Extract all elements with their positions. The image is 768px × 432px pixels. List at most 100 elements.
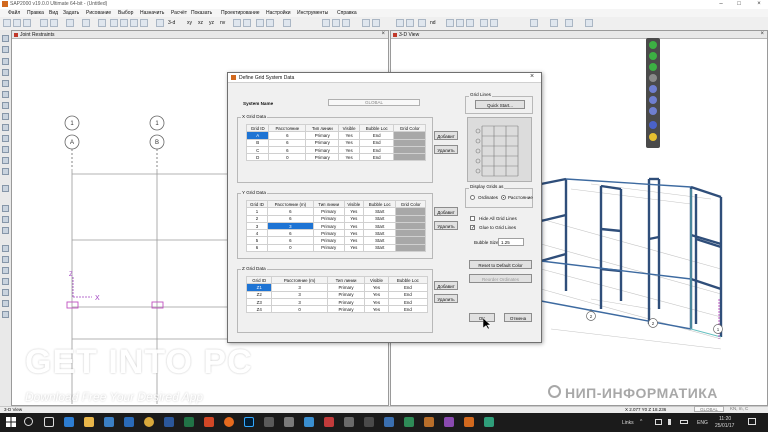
menu-file[interactable]: Файл bbox=[8, 10, 20, 16]
spacing-cell[interactable]: 3 bbox=[271, 290, 328, 299]
table-row[interactable]: Z3 3 Primary Yes End bbox=[245, 297, 429, 307]
show-deformed-icon[interactable] bbox=[530, 19, 538, 27]
bubble-loc-cell[interactable]: End bbox=[387, 283, 429, 292]
grid-icon[interactable] bbox=[396, 19, 404, 27]
pan-icon[interactable] bbox=[140, 19, 148, 27]
menu-analyze[interactable]: Расчёт bbox=[171, 10, 187, 16]
view-3d-button[interactable]: 3-d bbox=[168, 20, 175, 26]
design-icon[interactable] bbox=[585, 19, 593, 27]
tray-network-icon[interactable] bbox=[655, 419, 662, 425]
ok-button[interactable]: OK bbox=[469, 313, 495, 322]
spacing-cell[interactable]: 0 bbox=[271, 305, 328, 314]
grid-color-cell[interactable] bbox=[395, 214, 426, 223]
snap-ends-icon[interactable] bbox=[2, 256, 9, 263]
word-icon[interactable] bbox=[164, 417, 174, 427]
spacing-cell[interactable]: 0 bbox=[266, 243, 314, 253]
bubble-loc-cell[interactable]: End bbox=[387, 297, 429, 307]
palette-blue-icon-1[interactable] bbox=[649, 85, 657, 93]
select-all-icon[interactable] bbox=[2, 205, 9, 212]
table-row[interactable]: Z2 3 Primary Yes End bbox=[245, 290, 429, 299]
spacing-cell[interactable]: 6 bbox=[266, 214, 314, 223]
line-type-cell[interactable]: Primary bbox=[326, 297, 366, 307]
line-type-cell[interactable]: Primary bbox=[312, 229, 345, 238]
palette-yellow-icon[interactable] bbox=[649, 133, 657, 141]
menu-design[interactable]: Проектирование bbox=[221, 10, 260, 16]
down-arrow-icon[interactable] bbox=[243, 19, 251, 27]
grid-color-cell[interactable] bbox=[393, 153, 426, 162]
mail-icon[interactable] bbox=[124, 417, 134, 427]
spacing-cell[interactable]: 6 bbox=[268, 145, 307, 155]
line-type-cell[interactable]: Primary bbox=[312, 214, 345, 223]
spacing-cell[interactable]: 6 bbox=[266, 229, 314, 238]
grid-color-cell[interactable] bbox=[393, 145, 426, 155]
line-type-cell[interactable]: Primary bbox=[312, 236, 345, 245]
visible-cell[interactable]: Yes bbox=[364, 290, 389, 299]
excel-icon[interactable] bbox=[184, 417, 194, 427]
grid-id-cell[interactable]: 2 bbox=[246, 214, 268, 223]
firefox-icon[interactable] bbox=[224, 417, 234, 427]
snap-perpendicular-icon[interactable] bbox=[2, 278, 9, 285]
clear-selection-icon[interactable] bbox=[2, 227, 9, 234]
menu-view[interactable]: Вид bbox=[49, 10, 58, 16]
menu-options[interactable]: Настройки bbox=[266, 10, 291, 16]
show-forces-icon[interactable] bbox=[550, 19, 558, 27]
quick-start-button[interactable]: Quick Start... bbox=[475, 100, 525, 109]
x-add-button[interactable]: Добавит bbox=[434, 131, 458, 140]
assign-area-icon[interactable] bbox=[466, 19, 474, 27]
save-icon[interactable] bbox=[23, 19, 31, 27]
line-type-cell[interactable]: Primary bbox=[305, 131, 340, 140]
palette-green-icon-1[interactable] bbox=[649, 41, 657, 49]
draw-frame-tool-icon[interactable] bbox=[2, 69, 9, 76]
display-options-icon[interactable] bbox=[283, 19, 291, 27]
grid-id-cell[interactable]: B bbox=[245, 138, 270, 147]
undo-icon[interactable] bbox=[40, 19, 48, 27]
section-cut-icon[interactable] bbox=[490, 19, 498, 27]
powerpoint-icon[interactable] bbox=[204, 417, 214, 427]
visible-cell[interactable]: Yes bbox=[343, 243, 365, 253]
grid-color-cell[interactable] bbox=[393, 131, 426, 140]
grid-id-cell[interactable]: Z1 bbox=[245, 283, 273, 292]
table-row[interactable]: Z1 3 Primary Yes End bbox=[245, 283, 429, 292]
grid-id-cell[interactable]: 1 bbox=[246, 207, 268, 216]
app-icon-1[interactable] bbox=[264, 417, 274, 427]
draw-rect-area-icon[interactable] bbox=[2, 113, 9, 120]
load-pattern-icon[interactable] bbox=[480, 19, 488, 27]
x-grid-table[interactable]: Grid ID Расстояние Тип линии Visible Bub… bbox=[245, 123, 426, 162]
z-delete-button[interactable]: Удалить bbox=[434, 294, 458, 303]
app-icon-2[interactable] bbox=[284, 417, 294, 427]
tray-language[interactable]: ENG bbox=[697, 420, 708, 426]
spacing-cell[interactable]: 0 bbox=[268, 153, 307, 162]
open-icon[interactable] bbox=[13, 19, 21, 27]
shadow-icon[interactable] bbox=[266, 19, 274, 27]
app-icon-3[interactable] bbox=[304, 417, 314, 427]
glue-checkbox[interactable]: ✓ bbox=[470, 225, 475, 231]
line-type-cell[interactable]: Primary bbox=[326, 305, 366, 314]
visible-cell[interactable]: Yes bbox=[343, 207, 365, 216]
menu-define[interactable]: Задать bbox=[63, 10, 79, 16]
view-yz-button[interactable]: yz bbox=[209, 20, 214, 26]
grid-id-cell[interactable]: 3 bbox=[246, 221, 268, 231]
draw-joint-icon[interactable] bbox=[2, 58, 9, 65]
menu-assign[interactable]: Назначить bbox=[140, 10, 164, 16]
get-previous-selection-icon[interactable] bbox=[2, 216, 9, 223]
tray-volume-icon[interactable] bbox=[668, 419, 674, 425]
ordinates-radio[interactable] bbox=[470, 195, 475, 200]
visible-cell[interactable]: Yes bbox=[343, 221, 365, 231]
select-icon[interactable] bbox=[322, 19, 330, 27]
visible-cell[interactable]: Yes bbox=[343, 229, 365, 238]
x-delete-button[interactable]: Удалить bbox=[434, 145, 458, 154]
tray-links-label[interactable]: Links bbox=[622, 420, 634, 426]
app-icon-7[interactable] bbox=[384, 417, 394, 427]
spacing-radio[interactable] bbox=[501, 195, 506, 200]
coordinate-system-dropdown[interactable]: GLOBAL bbox=[694, 406, 724, 412]
grid-id-cell[interactable]: A bbox=[245, 131, 270, 140]
spacing-cell[interactable]: 6 bbox=[268, 138, 307, 147]
menu-help[interactable]: Справка bbox=[337, 10, 357, 16]
tray-time[interactable]: 11:20 bbox=[719, 416, 731, 422]
snap-intersect-icon[interactable] bbox=[2, 267, 9, 274]
draw-brace-icon[interactable] bbox=[2, 91, 9, 98]
menu-select[interactable]: Выбор bbox=[118, 10, 133, 16]
grid-id-cell[interactable]: Z3 bbox=[245, 297, 273, 307]
refresh-icon[interactable] bbox=[98, 19, 106, 27]
draw-frame-icon[interactable] bbox=[406, 19, 414, 27]
